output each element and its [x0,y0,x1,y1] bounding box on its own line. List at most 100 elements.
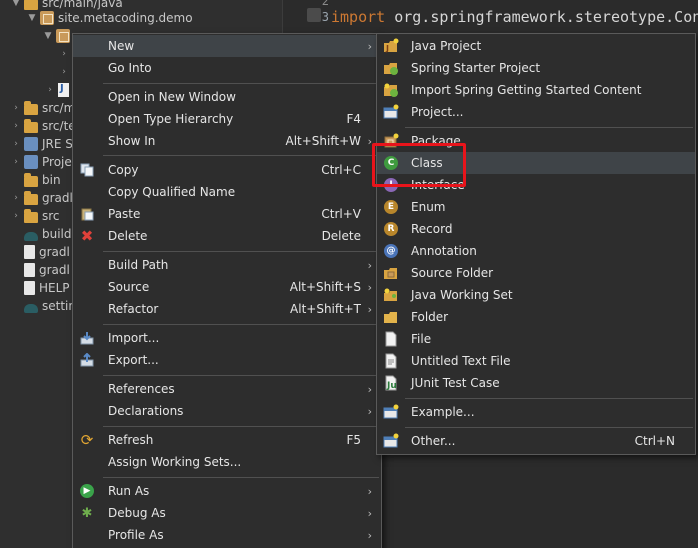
gradle-icon [24,231,38,241]
chevron-right-icon[interactable]: › [10,192,22,204]
chevron-right-icon[interactable]: › [10,210,22,222]
line-number: 3 [321,10,329,24]
spring-import-icon [383,82,399,98]
menu-item-shortcut: Ctrl+V [321,207,361,221]
menu-item-open-new-window[interactable]: Open in New Window [73,86,381,108]
menu-item-source[interactable]: Source Alt+Shift+S › [73,276,381,298]
menu-item-import[interactable]: Import... [73,327,381,349]
refresh-icon: ⟳ [80,431,94,449]
submenu-item-annotation[interactable]: @ Annotation [377,240,695,262]
library-icon [24,137,38,151]
run-icon: ▶ [79,483,95,499]
submenu-item-folder[interactable]: Folder [377,306,695,328]
menu-item-refactor[interactable]: Refactor Alt+Shift+T › [73,298,381,320]
submenu-item-java-project[interactable]: J Java Project [377,35,695,57]
submenu-item-other[interactable]: Other... Ctrl+N [377,430,695,452]
submenu-item-untitled-text-file[interactable]: Untitled Text File [377,350,695,372]
menu-separator [103,83,379,84]
copy-icon [79,162,95,178]
chevron-right-icon: › [367,39,372,53]
tree-item-build-gradle[interactable]: build [22,225,72,243]
menu-item-label: JUnit Test Case [411,376,500,390]
tree-item-help[interactable]: HELP [22,279,70,297]
menu-item-declarations[interactable]: Declarations › [73,400,381,422]
gradle-icon [24,303,38,313]
package-icon [40,11,54,25]
menu-item-label: Record [411,222,453,236]
menu-item-delete[interactable]: ✖ Delete Delete [73,225,381,247]
tree-item-label: gradl [42,191,73,205]
menu-item-label: Debug As [108,506,166,520]
tree-item-gradle[interactable]: › gradl [10,189,73,207]
chevron-right-icon[interactable]: › [10,102,22,114]
tree-item-src[interactable]: › src [10,207,60,225]
menu-item-label: Source [108,280,150,294]
menu-item-open-type-hierarchy[interactable]: Open Type Hierarchy F4 [73,108,381,130]
delete-icon: ✖ [80,227,94,245]
menu-item-paste[interactable]: Paste Ctrl+V [73,203,381,225]
chevron-down-icon[interactable]: ▼ [26,12,38,24]
submenu-item-import-spring-content[interactable]: Import Spring Getting Started Content [377,79,695,101]
menu-item-references[interactable]: References › [73,378,381,400]
folder-icon [24,172,38,187]
menu-item-label: Paste [108,207,141,221]
tree-item-gradlew-bat[interactable]: gradl [22,261,70,279]
tree-item-gradlew[interactable]: gradl [22,243,70,261]
submenu-item-junit-test-case[interactable]: Ju JUnit Test Case [377,372,695,394]
menu-separator [405,127,693,128]
menu-item-copy-qualified-name[interactable]: Copy Qualified Name [73,181,381,203]
tree-item-src-test[interactable]: › src/te [10,117,76,135]
menu-item-copy[interactable]: Copy Ctrl+C [73,159,381,181]
chevron-right-icon[interactable]: › [58,66,70,78]
chevron-right-icon[interactable]: › [10,138,22,150]
submenu-item-source-folder[interactable]: Source Folder [377,262,695,284]
menu-item-go-into[interactable]: Go Into [73,57,381,79]
chevron-down-icon[interactable]: ▼ [10,0,22,9]
java-file-icon [58,83,69,97]
submenu-item-java-working-set[interactable]: Java Working Set [377,284,695,306]
submenu-item-enum[interactable]: E Enum [377,196,695,218]
menu-item-label: References [108,382,175,396]
file-icon [24,263,35,277]
folder-icon [24,190,38,205]
menu-item-build-path[interactable]: Build Path › [73,254,381,276]
tree-item-label: src [42,209,60,223]
code-line[interactable]: import org.springframework.stereotype.Co… [331,8,698,26]
tree-item-settings-gradle[interactable]: settin [22,297,76,315]
menu-item-assign-working-sets[interactable]: Assign Working Sets... [73,451,381,473]
menu-item-label: File [411,332,432,346]
menu-item-new[interactable]: New › [73,35,381,57]
menu-item-shortcut: Ctrl+C [321,163,361,177]
tree-item-project-deps[interactable]: › Proje [10,153,72,171]
menu-item-export[interactable]: Export... [73,349,381,371]
chevron-right-icon[interactable]: › [58,48,70,60]
submenu-item-project[interactable]: Project... [377,101,695,123]
chevron-right-icon[interactable]: › [44,84,56,96]
tree-item-bin[interactable]: bin [10,171,61,189]
tree-item-label: gradl [39,263,70,277]
import-icon [79,330,95,346]
menu-separator [103,324,379,325]
menu-item-refresh[interactable]: ⟳ Refresh F5 [73,429,381,451]
chevron-down-icon[interactable]: ▼ [42,30,54,42]
menu-item-label: Spring Starter Project [411,61,541,75]
tree-item-java-file[interactable]: › [44,81,73,99]
tree-item-src-main[interactable]: › src/m [10,99,75,117]
submenu-item-record[interactable]: R Record [377,218,695,240]
menu-item-debug-as[interactable]: ✱ Debug As › [73,502,381,524]
tree-item-package-demo[interactable]: ▼ site.metacoding.demo [26,9,193,27]
tree-item-collapsed[interactable]: › [58,63,70,81]
submenu-item-spring-starter-project[interactable]: Spring Starter Project [377,57,695,79]
tree-item-jre[interactable]: › JRE S [10,135,73,153]
menu-item-show-in[interactable]: Show In Alt+Shift+W › [73,130,381,152]
menu-item-profile-as[interactable]: Profile As › [73,524,381,546]
tree-item-collapsed[interactable]: › [58,45,70,63]
chevron-right-icon[interactable]: › [10,156,22,168]
chevron-right-icon[interactable] [10,174,22,186]
menu-item-run-as[interactable]: ▶ Run As › [73,480,381,502]
tree-item-subpackage[interactable]: ▼ [42,27,74,45]
chevron-right-icon[interactable]: › [10,120,22,132]
submenu-item-file[interactable]: File [377,328,695,350]
menu-item-label: Source Folder [411,266,494,280]
submenu-item-example[interactable]: Example... [377,401,695,423]
